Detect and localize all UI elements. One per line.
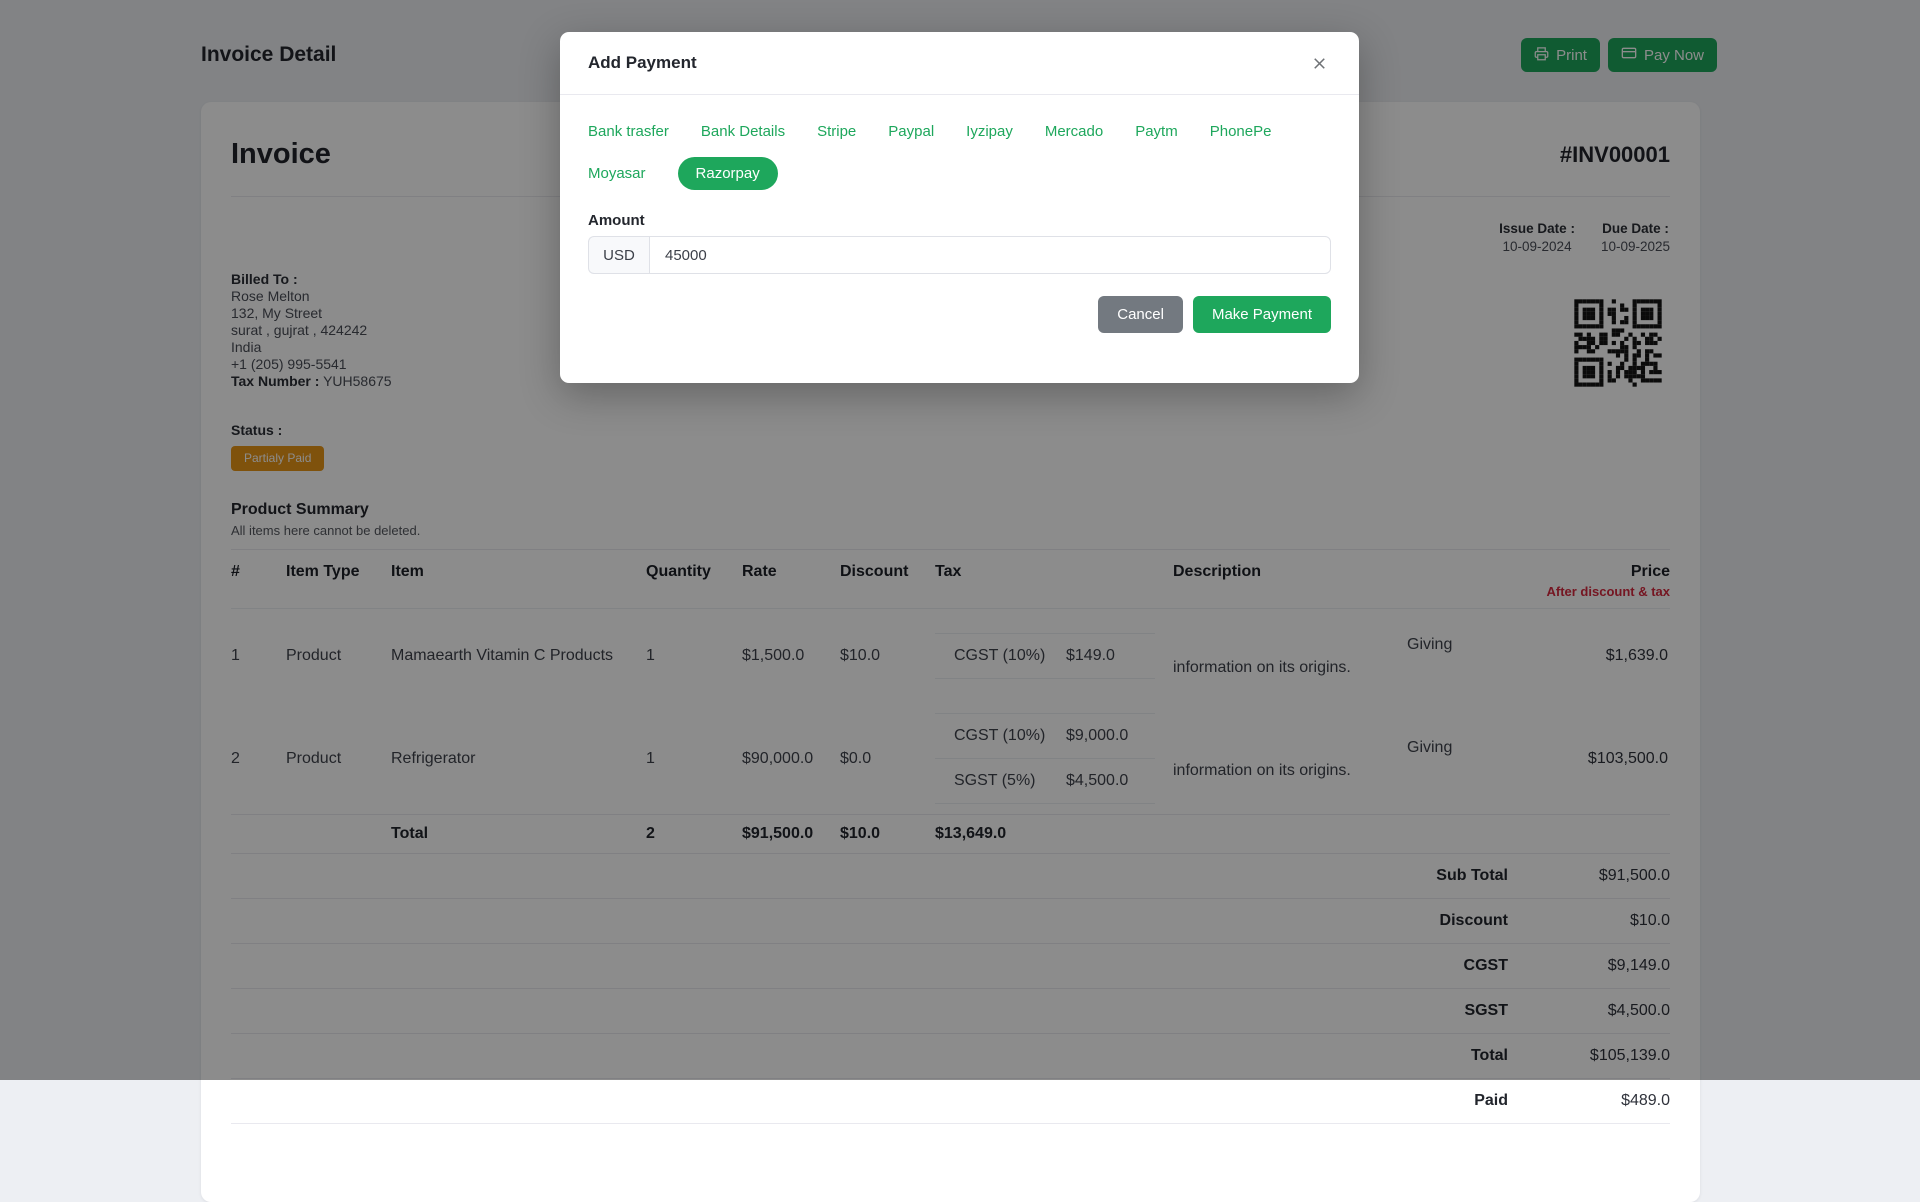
summary-row: Paid $489.0: [231, 1079, 1670, 1124]
tab-iyzipay[interactable]: Iyzipay: [966, 119, 1013, 144]
modal-body: Bank trasfer Bank Details Stripe Paypal …: [560, 95, 1359, 333]
currency-prefix: USD: [588, 236, 649, 274]
tab-stripe[interactable]: Stripe: [817, 119, 856, 144]
modal-footer: Cancel Make Payment: [588, 296, 1331, 333]
amount-label: Amount: [588, 212, 645, 229]
make-payment-button[interactable]: Make Payment: [1192, 296, 1331, 333]
tab-paytm[interactable]: Paytm: [1135, 119, 1178, 144]
add-payment-modal: Add Payment Bank trasfer Bank Details St…: [560, 32, 1359, 383]
cancel-button[interactable]: Cancel: [1098, 296, 1183, 333]
summary-value: $489.0: [1621, 1092, 1670, 1109]
modal-header: Add Payment: [560, 32, 1359, 95]
tab-phonepe[interactable]: PhonePe: [1210, 119, 1272, 144]
amount-input-group: USD: [588, 236, 1331, 274]
summary-label: Paid: [1474, 1092, 1508, 1109]
tab-bank-transfer[interactable]: Bank trasfer: [588, 119, 669, 144]
tab-paypal[interactable]: Paypal: [888, 119, 934, 144]
modal-title: Add Payment: [588, 53, 697, 72]
amount-input[interactable]: [649, 236, 1331, 274]
tab-bank-details[interactable]: Bank Details: [701, 119, 785, 144]
close-icon[interactable]: [1308, 52, 1331, 75]
tab-mercado[interactable]: Mercado: [1045, 119, 1103, 144]
tab-moyasar[interactable]: Moyasar: [588, 161, 646, 186]
tab-razorpay[interactable]: Razorpay: [677, 157, 778, 190]
payment-method-tabs: Bank trasfer Bank Details Stripe Paypal …: [588, 119, 1331, 190]
